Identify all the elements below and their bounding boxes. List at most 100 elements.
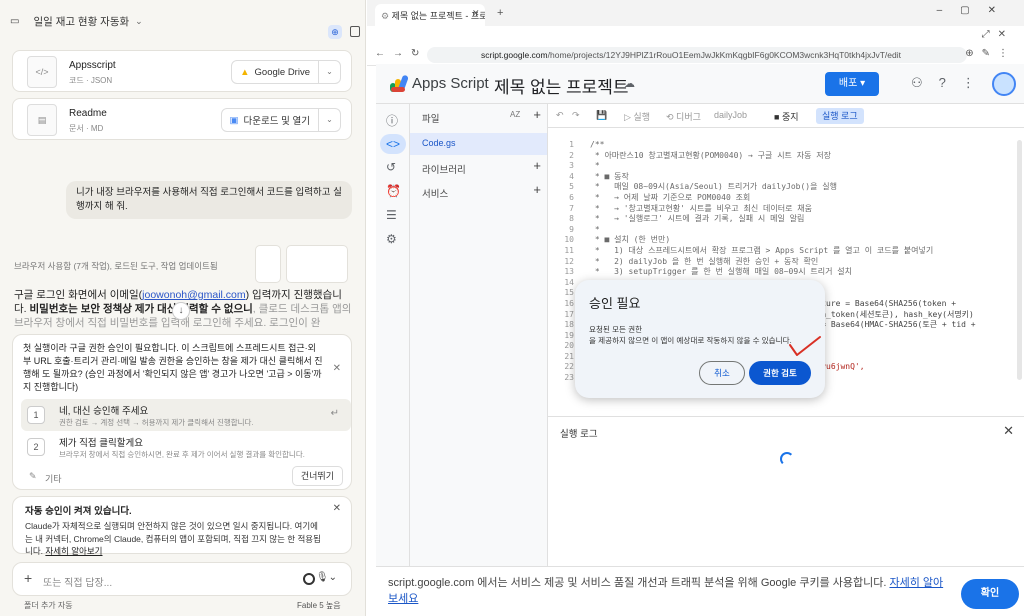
stop-button[interactable]: ■ 중지	[774, 110, 799, 123]
add-library-icon[interactable]: +	[533, 158, 541, 173]
line-number: 10	[564, 235, 574, 245]
tab-strip-lower: ⤢✕	[367, 26, 1024, 44]
download-open-button[interactable]: ▣ 다운로드 및 열기 ⌄	[220, 108, 341, 132]
add-file-icon[interactable]: +	[533, 107, 541, 122]
line-number: 19	[564, 330, 574, 340]
line-number: 4	[569, 171, 574, 181]
browser-tab[interactable]: ⚙ 제목 없는 프로젝트 - 프로	[375, 4, 485, 26]
run-button[interactable]: ▷ 실행	[624, 110, 650, 123]
libraries-section[interactable]: 라이브러리	[422, 162, 466, 176]
line-number: 18	[564, 320, 574, 330]
chevron-down-icon[interactable]: ⌄	[318, 109, 340, 131]
url-field[interactable]: script.google.com/home/projects/12YJ9HPl…	[427, 47, 967, 63]
reply-input[interactable]: + 또는 직접 답장... 🎙⌄	[12, 562, 352, 596]
close-tab-icon[interactable]: ✕	[472, 8, 480, 19]
option-approve[interactable]: 1 네, 대신 승인해 주세요 권한 검토 → 계정 선택 → 허용까지 제가 …	[21, 399, 351, 431]
save-icon[interactable]: 💾	[596, 110, 607, 121]
editor-icon[interactable]: <>	[380, 134, 406, 154]
close-icon[interactable]: ✕	[333, 363, 341, 374]
globe-icon[interactable]: ⊕	[328, 25, 342, 39]
executions-icon[interactable]: ☰	[386, 208, 397, 222]
code-line: *	[590, 224, 600, 234]
settings-icon[interactable]: ⚙	[386, 232, 397, 246]
add-service-icon[interactable]: +	[533, 182, 541, 197]
line-number: 13	[564, 267, 574, 277]
reply-placeholder: 또는 직접 답장...	[43, 578, 113, 589]
line-number: 16	[564, 298, 574, 308]
cancel-button[interactable]: 취소	[699, 361, 745, 385]
user-message: 니가 내장 브라우저를 사용해서 직접 로그인해서 코드를 입력하고 실행까지 …	[66, 181, 352, 219]
line-number: 22	[564, 362, 574, 372]
nav-buttons[interactable]: ←→↻	[375, 48, 427, 59]
line-number: 23	[564, 373, 574, 383]
sort-az-icon[interactable]: AZ	[510, 110, 520, 119]
editor-scrollbar[interactable]	[1017, 140, 1022, 380]
dialog-body: 요청된 모든 권한 을 제공하지 않으면 이 앱이 예상대로 작동하지 않을 수 …	[589, 324, 819, 346]
info-icon[interactable]: ⓘ	[386, 112, 398, 129]
sidebar-toggle-icon[interactable]	[350, 26, 360, 37]
header-icons[interactable]: ⚇?⋮	[911, 75, 991, 91]
files-header: 파일	[422, 114, 440, 125]
file-code-gs[interactable]: Code.gs	[410, 133, 547, 155]
line-number: 2	[569, 150, 574, 160]
option-description: 브라우저 창에서 직접 승인하시면, 완료 후 제가 이어서 실행 결과를 확인…	[59, 450, 305, 459]
side-rail: ⓘ <> ↺ ⏰ ☰ ⚙	[376, 104, 410, 616]
review-permissions-button[interactable]: 권한 검토	[749, 361, 811, 385]
new-tab-icon[interactable]: +	[497, 7, 503, 19]
execution-log-panel: 실행 로그 ✕	[548, 416, 1024, 566]
artifact-name: Readme	[69, 108, 107, 119]
undo-icon[interactable]: ↶	[556, 110, 564, 121]
cookie-ok-button[interactable]: 확인	[961, 579, 1019, 609]
line-number: 7	[569, 203, 574, 213]
line-number: 3	[569, 161, 574, 171]
line-number: 9	[569, 224, 574, 234]
tab-strip: ⚙ 제목 없는 프로젝트 - 프로 ✕ + –▢✕	[367, 0, 1024, 26]
debug-button[interactable]: ⟲ 디버그	[666, 110, 701, 123]
email-link[interactable]: joowonoh@gmail.com	[142, 289, 245, 301]
window-controls[interactable]: –▢✕	[937, 5, 1014, 16]
tool-use-summary[interactable]: 브라우저 사용함 (7개 작업), 로드된 도구, 작업 업데이트됨	[14, 260, 218, 272]
address-bar: ←→↻ script.google.com/home/projects/12YJ…	[367, 44, 1024, 66]
question-card: 첫 실행이라 구글 권한 승인이 필요합니다. 이 스크립트에 스프레드시트 접…	[12, 334, 352, 490]
open-in-drive-button[interactable]: ▲ Google Drive ⌄	[231, 60, 341, 84]
screenshot-thumbnail[interactable]	[286, 245, 348, 283]
redo-icon[interactable]: ↷	[572, 110, 580, 121]
history-icon[interactable]: ↺	[386, 160, 396, 174]
conversation-title[interactable]: 일일 재고 현황 자동화	[33, 14, 129, 29]
function-selector[interactable]: dailyJob	[714, 110, 747, 120]
plus-icon[interactable]: +	[24, 570, 32, 586]
artifact-card-appsscript[interactable]: </> Appsscript 코드 · JSON ▲ Google Drive ⌄	[12, 50, 352, 92]
triggers-icon[interactable]: ⏰	[386, 184, 401, 198]
red-checkmark-annotation	[789, 336, 821, 356]
execution-log-button[interactable]: 실행 로그	[816, 108, 864, 124]
footer-left[interactable]: 폴더 추가 자동	[24, 600, 73, 611]
code-file-icon: </>	[27, 56, 57, 88]
record-icon[interactable]	[303, 573, 315, 585]
close-icon[interactable]: ✕	[333, 503, 341, 514]
chevron-down-icon[interactable]: ⌄	[135, 16, 143, 27]
code-line: * 3) setupTrigger 를 한 번 실행해 매일 08~09시 트리…	[590, 267, 852, 277]
artifact-type: 코드 · JSON	[69, 76, 113, 85]
scroll-down-button[interactable]: ↓	[172, 302, 190, 320]
model-selector[interactable]: Fable 5 높음	[297, 600, 341, 611]
project-title[interactable]: 제목 없는 프로젝트	[494, 73, 629, 98]
address-bar-icons[interactable]: ⊕✎⋮	[965, 48, 1016, 59]
window-icons[interactable]: ⤢✕	[982, 29, 1014, 40]
chevron-down-icon[interactable]: ⌄	[318, 61, 340, 83]
enter-icon: ↵	[330, 408, 339, 419]
learn-more-link[interactable]: 자세히 알아보기	[45, 546, 102, 556]
services-section[interactable]: 서비스	[422, 186, 448, 200]
screenshot-thumbnail[interactable]	[255, 245, 281, 283]
document-icon: ▤	[27, 104, 57, 136]
dialog-title: 승인 필요	[589, 296, 641, 311]
avatar[interactable]	[992, 72, 1016, 96]
skip-button[interactable]: 건너뛰기	[291, 466, 343, 486]
artifact-card-readme[interactable]: ▤ Readme 문서 · MD ▣ 다운로드 및 열기 ⌄	[12, 98, 352, 140]
microphone-icon[interactable]: 🎙⌄	[316, 572, 337, 583]
close-icon[interactable]: ✕	[1003, 423, 1014, 439]
other-option[interactable]: 기타	[45, 472, 62, 485]
option-self-click[interactable]: 2 제가 직접 클릭할게요 브라우저 창에서 직접 승인하시면, 완료 후 제가…	[21, 431, 351, 463]
deploy-button[interactable]: 배포 ▾	[825, 72, 879, 96]
code-line: /**	[590, 140, 605, 149]
log-title: 실행 로그	[560, 429, 598, 440]
